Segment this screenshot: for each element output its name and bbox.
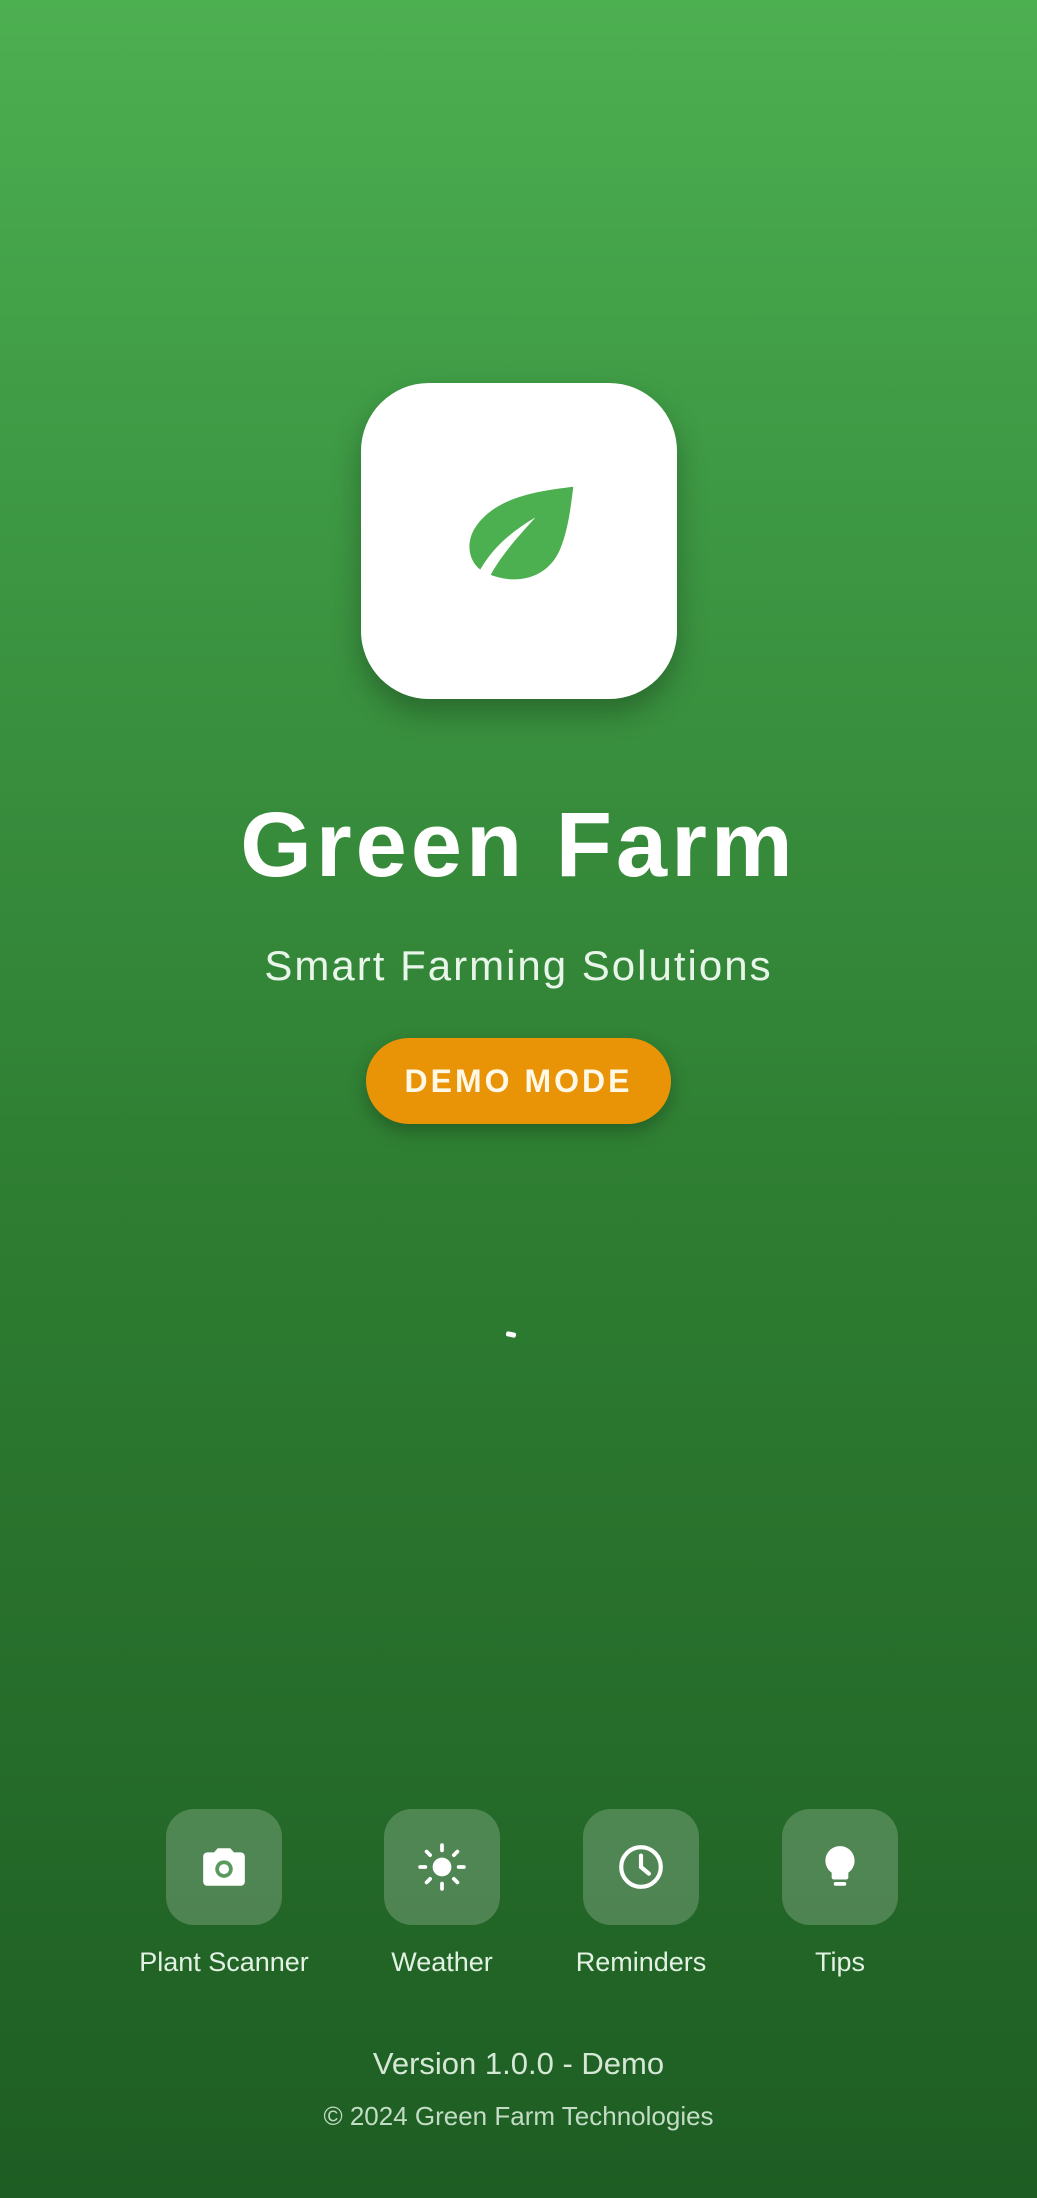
lightbulb-icon — [825, 1846, 855, 1886]
app-subtitle: Smart Farming Solutions — [264, 942, 773, 989]
loading-spinner — [505, 1331, 517, 1338]
version-text: Version 1.0.0 - Demo — [372, 2046, 665, 2081]
app-title: Green Farm — [240, 794, 797, 896]
copyright-text: © 2024 Green Farm Technologies — [323, 2101, 714, 2131]
feature-tile — [782, 1809, 898, 1925]
sun-icon — [418, 1843, 466, 1891]
camera-icon — [203, 1848, 245, 1886]
feature-tile — [384, 1809, 500, 1925]
demo-mode-badge: DEMO MODE — [366, 1038, 671, 1124]
feature-weather: Weather — [342, 1809, 542, 1979]
app-logo — [361, 383, 677, 699]
feature-label: Weather — [391, 1947, 493, 1977]
feature-tile — [583, 1809, 699, 1925]
feature-tips: Tips — [740, 1809, 940, 1979]
feature-label: Tips — [814, 1947, 865, 1977]
feature-reminders: Reminders — [541, 1809, 741, 1979]
feature-plant-scanner: Plant Scanner — [124, 1809, 324, 1979]
feature-label: Plant Scanner — [139, 1947, 309, 1977]
clock-icon — [619, 1845, 663, 1889]
feature-tile — [166, 1809, 282, 1925]
feature-label: Reminders — [575, 1947, 707, 1977]
leaf-icon — [469, 486, 574, 591]
